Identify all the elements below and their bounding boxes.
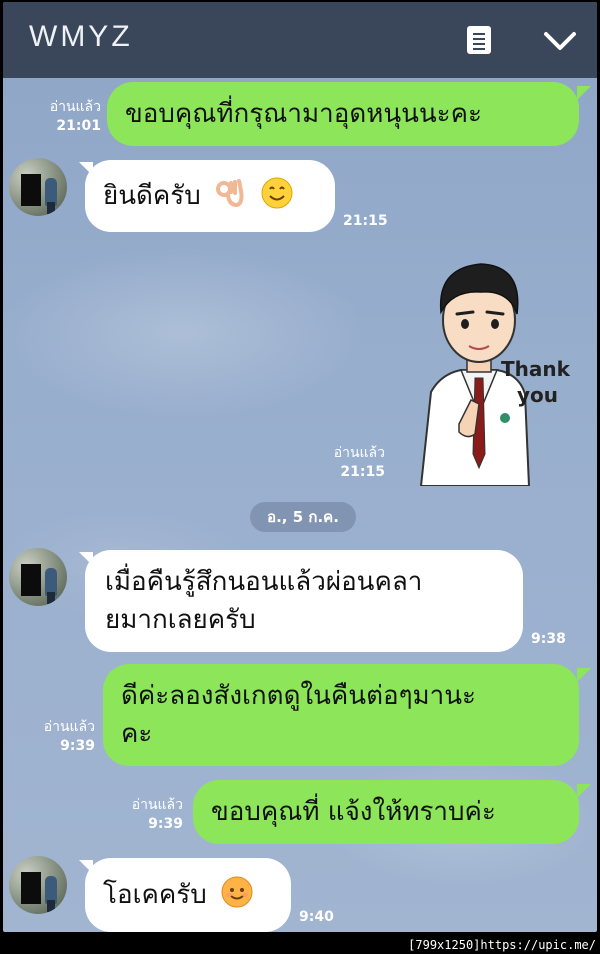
smiling-face-emoji — [221, 876, 253, 908]
message-bubble-outgoing[interactable]: ดีค่ะลองสังเกตดูในคืนต่อๆมานะ คะ — [103, 664, 579, 766]
avatar[interactable] — [9, 856, 67, 914]
message-text: ยินดีครับ — [103, 181, 201, 211]
message-time-wrap: 21:15 — [343, 212, 388, 231]
read-label: อ่านแล้ว — [333, 445, 385, 461]
message-time: 9:40 — [299, 909, 334, 925]
message-text-line: เมื่อคืนรู้สึกนอนแล้วผ่อนคลา — [105, 567, 423, 597]
ok-hand-emoji — [216, 179, 244, 208]
message-time-wrap: 9:40 — [299, 908, 334, 927]
image-source-caption: [799x1250]https://upic.me/ — [408, 938, 596, 952]
message-text-line: คะ — [121, 719, 153, 749]
message-time-wrap: 9:38 — [531, 630, 566, 649]
read-receipt: อ่านแล้ว 21:15 — [334, 444, 385, 482]
message-bubble-incoming[interactable]: โอเคครับ — [85, 858, 291, 932]
message-text-line: ยมากเลยครับ — [105, 605, 256, 635]
app-logo: WMYZ — [29, 20, 133, 53]
header-bar: WMYZ — [3, 2, 597, 78]
date-separator: อ., 5 ก.ค. — [250, 502, 356, 532]
avatar[interactable] — [9, 548, 67, 606]
read-receipt: อ่านแล้ว 9:39 — [132, 796, 183, 834]
notes-icon[interactable] — [467, 26, 491, 54]
message-bubble-outgoing[interactable]: ขอบคุณที่ แจ้งให้ทราบค่ะ — [193, 780, 579, 844]
message-time: 9:39 — [148, 816, 183, 832]
chat-screen: WMYZ อ่านแล้ว 21:01 ขอบคุณที่กรุณามาอุดห… — [3, 2, 597, 932]
message-text: ขอบคุณที่ แจ้งให้ทราบค่ะ — [211, 797, 496, 827]
read-label: อ่านแล้ว — [49, 99, 101, 115]
message-text: ขอบคุณที่กรุณามาอุดหนุนนะคะ — [125, 99, 482, 129]
message-bubble-incoming[interactable]: ยินดีครับ — [85, 160, 335, 232]
avatar[interactable] — [9, 158, 67, 216]
message-time: 9:39 — [60, 738, 95, 754]
message-bubble-incoming[interactable]: เมื่อคืนรู้สึกนอนแล้วผ่อนคลา ยมากเลยครับ — [85, 550, 523, 652]
message-time: 9:38 — [531, 631, 566, 647]
message-time: 21:01 — [56, 118, 101, 134]
smiling-face-emoji — [261, 177, 293, 209]
read-label: อ่านแล้ว — [43, 719, 95, 735]
thank-you-sticker[interactable]: Thank you — [401, 254, 581, 486]
image-size-label: [799x1250] — [408, 938, 481, 952]
bubble-tail — [577, 784, 591, 798]
sticker-text-line: you — [517, 383, 558, 407]
chevron-down-icon[interactable] — [543, 30, 577, 52]
message-text: โอเคครับ — [103, 880, 207, 910]
message-bubble-outgoing[interactable]: ขอบคุณที่กรุณามาอุดหนุนนะคะ — [107, 82, 579, 146]
read-receipt: อ่านแล้ว 9:39 — [44, 718, 95, 756]
read-label: อ่านแล้ว — [131, 797, 183, 813]
message-text-line: ดีค่ะลองสังเกตดูในคืนต่อๆมานะ — [121, 681, 477, 711]
message-time: 21:15 — [340, 464, 385, 480]
bubble-tail — [577, 668, 591, 682]
sticker-text-line: Thank — [501, 357, 571, 381]
read-receipt: อ่านแล้ว 21:01 — [50, 98, 101, 136]
message-time: 21:15 — [343, 213, 388, 229]
bubble-tail — [577, 86, 591, 100]
image-source-url: https://upic.me/ — [480, 938, 596, 952]
